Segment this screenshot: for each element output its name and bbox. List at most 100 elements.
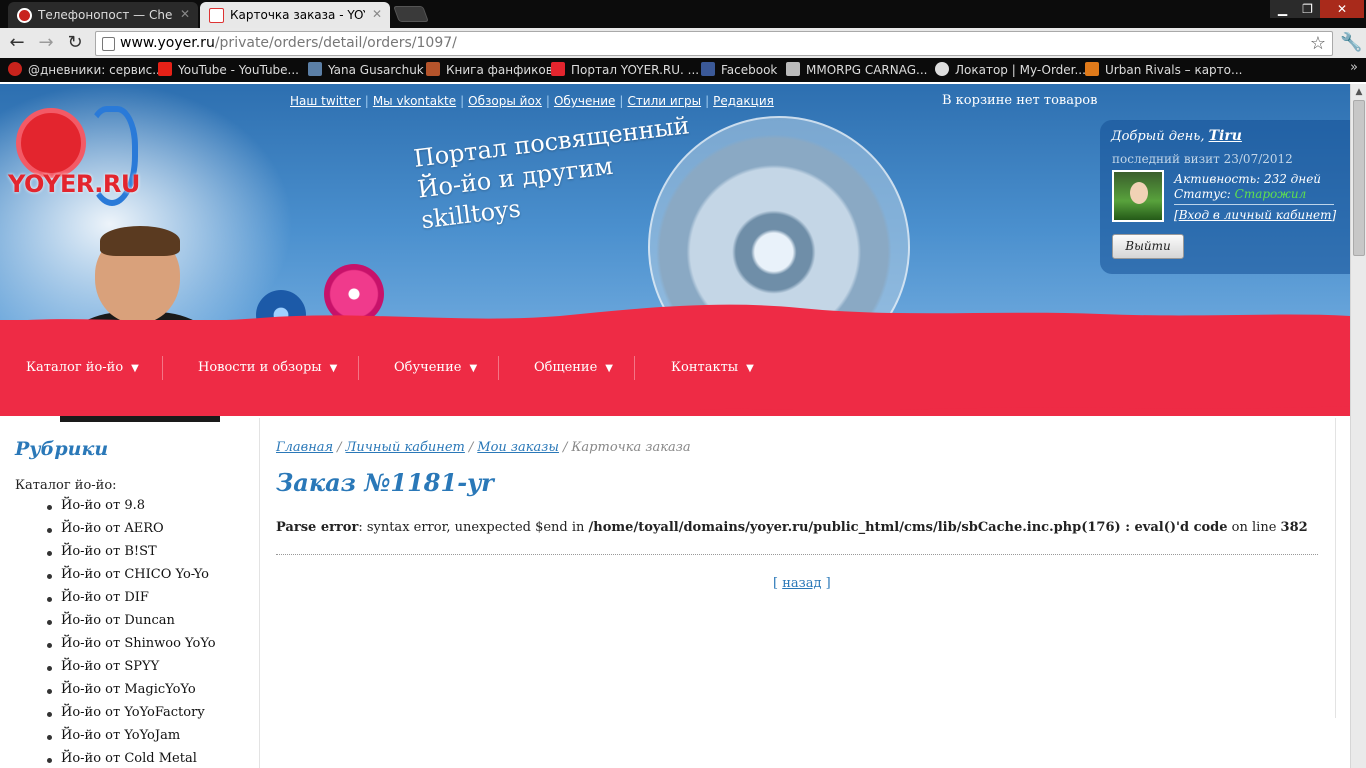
sidebar-item-shinwoo[interactable]: Йо-йо от Shinwoo YoYo — [47, 636, 216, 659]
breadcrumb-cabinet[interactable]: Личный кабинет — [346, 440, 465, 455]
bookmark-label: Локатор | My-Order... — [955, 63, 1086, 77]
avatar[interactable] — [1112, 170, 1164, 222]
bookmark-fanfics[interactable]: Книга фанфиков — [426, 62, 553, 77]
cabinet-link[interactable]: Вход в личный кабинет — [1179, 208, 1332, 222]
sidebar-item-duncan[interactable]: Йо-йо от Duncan — [47, 613, 216, 636]
bookmark-mmorpg[interactable]: MMORPG CARNAG... — [786, 62, 927, 77]
tab-label: Телефонопост — Check M — [38, 8, 173, 22]
sidebar-item-chico[interactable]: Йо-йо от CHICO Yo-Yo — [47, 567, 216, 590]
youtube-icon — [158, 62, 172, 76]
page-title: Заказ №1181-yr — [276, 468, 494, 497]
red-band-bottom — [0, 400, 1350, 413]
cabinet-link-wrap: [Вход в личный кабинет] — [1174, 208, 1337, 222]
maximize-button[interactable]: ❐ — [1295, 0, 1320, 18]
url-path: /private/orders/detail/orders/1097/ — [214, 35, 457, 51]
bookmark-label: Urban Rivals – карто... — [1105, 63, 1243, 77]
back-link[interactable]: назад — [782, 576, 821, 591]
browser-toolbar: ← → ↻ www.yoyer.ru/private/orders/detail… — [0, 28, 1366, 58]
nav-label: Контакты — [671, 360, 739, 375]
more-bookmarks-icon[interactable]: » — [1350, 60, 1358, 75]
main-nav: Каталог йо-йо ▼ Новости и обзоры ▼ Обучени… — [0, 356, 1350, 380]
nav-separator — [498, 356, 499, 380]
sidebar-item-bist[interactable]: Йо-йо от B!ST — [47, 544, 216, 567]
sidebar-item-yoyojam[interactable]: Йо-йо от YoYoJam — [47, 728, 216, 751]
nav-label: Общение — [534, 360, 598, 375]
back-arrow-icon[interactable]: ← — [5, 32, 29, 54]
breadcrumb-orders[interactable]: Мои заказы — [477, 440, 559, 455]
page-scrollbar[interactable]: ▲ — [1350, 84, 1366, 768]
nav-communication[interactable]: Общение ▼ — [534, 360, 613, 375]
tab-telefonopost[interactable]: Телефонопост — Check M ✕ — [8, 2, 198, 28]
greeting-text: Добрый день, — [1111, 129, 1205, 144]
tab-close-icon[interactable]: ✕ — [372, 7, 382, 21]
sidebar-title: Рубрики — [15, 438, 109, 460]
forward-arrow-icon[interactable]: → — [34, 32, 58, 54]
urban-icon — [1085, 62, 1099, 76]
bookmark-label: Facebook — [721, 63, 778, 77]
bookmark-urban-rivals[interactable]: Urban Rivals – карто... — [1085, 62, 1242, 77]
sidebar-item-aero[interactable]: Йо-йо от AERO — [47, 521, 216, 544]
nav-news[interactable]: Новости и обзоры ▼ — [198, 360, 337, 375]
tab-favicon-icon — [17, 8, 32, 23]
breadcrumb-current: Карточка заказа — [571, 440, 691, 455]
tab-close-icon[interactable]: ✕ — [180, 7, 190, 21]
reload-icon[interactable]: ↻ — [63, 32, 87, 54]
top-menu: Наш twitter | Мы vkontakte | Обзоры йох | Обуч… — [290, 94, 774, 108]
error-label: Parse error — [276, 520, 359, 535]
top-link-twitter[interactable]: Наш twitter — [290, 94, 361, 108]
greeting: Добрый день, Tiru — [1111, 128, 1242, 144]
error-line-number: 382 — [1280, 520, 1308, 535]
nav-learning[interactable]: Обучение ▼ — [394, 360, 477, 375]
status-label: Статус: — [1174, 187, 1231, 201]
bookmark-vk[interactable]: Yana Gusarchuk — [308, 62, 424, 77]
tab-favicon-icon — [209, 8, 224, 23]
sidebar-item-magicyoyo[interactable]: Йо-йо от MagicYoYo — [47, 682, 216, 705]
vk-icon — [308, 62, 322, 76]
address-bar[interactable]: www.yoyer.ru/private/orders/detail/order… — [95, 31, 1333, 56]
close-window-button[interactable]: ✕ — [1320, 0, 1364, 18]
top-link-vkontakte[interactable]: Мы vkontakte — [373, 94, 456, 108]
scroll-thumb[interactable] — [1353, 100, 1365, 256]
sidebar-item-cold-metal[interactable]: Йо-йо от Cold Metal — [47, 751, 216, 768]
bookmark-diary[interactable]: @дневники: сервис... — [8, 62, 164, 77]
sidebar-item-yoyofactory[interactable]: Йо-йо от YoYoFactory — [47, 705, 216, 728]
sidebar-item-spyy[interactable]: Йо-йо от SPYY — [47, 659, 216, 682]
site-logo[interactable]: YOYER.RU — [6, 102, 156, 222]
new-tab-button[interactable] — [393, 6, 429, 22]
error-path: /home/toyall/domains/yoyer.ru/public_htm… — [588, 520, 1228, 535]
error-on-line: on line — [1227, 520, 1281, 535]
wrench-icon[interactable]: 🔧 — [1340, 32, 1362, 53]
sidebar-item-9-8[interactable]: Йо-йо от 9.8 — [47, 498, 216, 521]
sidebar-item-dif[interactable]: Йо-йо от DIF — [47, 590, 216, 613]
minimize-button[interactable]: ▁ — [1270, 0, 1295, 18]
username-link[interactable]: Tiru — [1209, 128, 1242, 144]
bookmark-youtube[interactable]: YouTube - YouTube... — [158, 62, 299, 77]
last-visit: последний визит 23/07/2012 — [1112, 152, 1293, 166]
bookmark-label: MMORPG CARNAG... — [806, 63, 928, 77]
bookmark-star-icon[interactable]: ☆ — [1310, 33, 1326, 54]
top-link-learning[interactable]: Обучение — [554, 94, 615, 108]
facebook-icon — [701, 62, 715, 76]
breadcrumb-home[interactable]: Главная — [276, 440, 333, 455]
nav-contacts[interactable]: Контакты ▼ — [671, 360, 754, 375]
logout-button[interactable]: Выйти — [1112, 234, 1184, 259]
error-message: Parse error: syntax error, unexpected $e… — [276, 520, 1308, 535]
top-link-reviews[interactable]: Обзоры йох — [468, 94, 542, 108]
top-link-styles[interactable]: Стили игры — [627, 94, 701, 108]
bookmark-yoyer[interactable]: Портал YOYER.RU. ... — [551, 62, 699, 77]
bookmark-locator[interactable]: Локатор | My-Order... — [935, 62, 1086, 77]
chevron-down-icon: ▼ — [746, 363, 754, 374]
bookmark-label: Yana Gusarchuk — [328, 63, 424, 77]
status-line: Статус: Старожил — [1174, 187, 1306, 201]
bookmark-label: YouTube - YouTube... — [178, 63, 299, 77]
error-text: : syntax error, unexpected $end in — [358, 520, 589, 535]
diary-icon — [8, 62, 22, 76]
nav-catalog[interactable]: Каталог йо-йо ▼ — [26, 360, 139, 375]
tab-order-card[interactable]: Карточка заказа - YOYER.R ✕ — [200, 2, 390, 28]
top-link-editorial[interactable]: Редакция — [713, 94, 774, 108]
scroll-up-icon[interactable]: ▲ — [1351, 84, 1366, 100]
nav-separator — [162, 356, 163, 380]
bookmark-facebook[interactable]: Facebook — [701, 62, 777, 77]
nav-label: Каталог йо-йо — [26, 360, 124, 375]
nav-separator — [634, 356, 635, 380]
